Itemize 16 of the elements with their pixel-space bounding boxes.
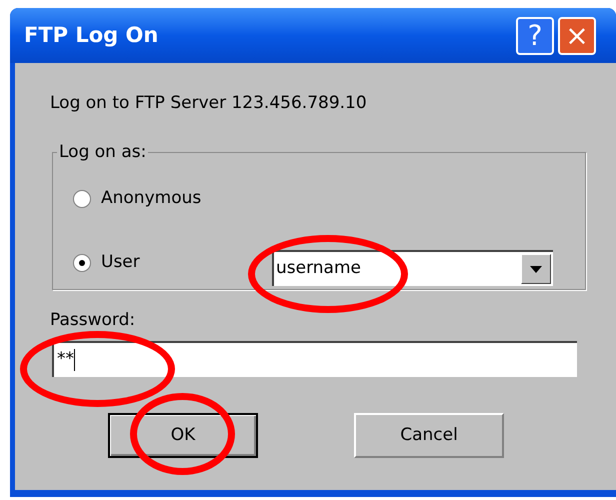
radio-button[interactable] [73, 254, 91, 272]
radio-button[interactable] [73, 190, 91, 208]
radio-label: User [101, 251, 140, 274]
window-title: FTP Log On [24, 22, 160, 49]
password-field[interactable]: ** [52, 341, 577, 377]
ok-button[interactable]: OK [108, 413, 258, 458]
password-label: Password: [50, 309, 136, 332]
close-button[interactable]: × [558, 16, 596, 54]
cancel-button[interactable]: Cancel [354, 413, 504, 458]
caret-icon [530, 266, 542, 272]
dropdown-button[interactable] [521, 254, 551, 284]
radio-label: Anonymous [101, 187, 202, 210]
text-cursor [74, 349, 75, 371]
help-button[interactable]: ? [516, 16, 554, 54]
user-combo-box[interactable]: username [272, 250, 553, 286]
message-text: Log on to FTP Server 123.456.789.10 [50, 92, 367, 115]
